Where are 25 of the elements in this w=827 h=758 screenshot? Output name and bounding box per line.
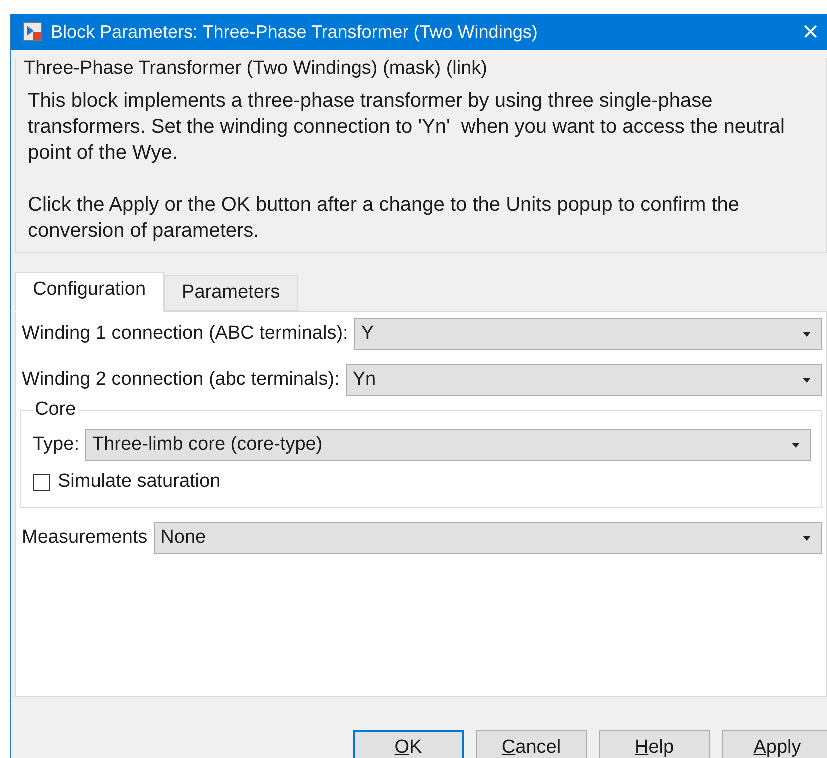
caret-icon <box>803 378 811 382</box>
checkbox[interactable] <box>33 474 50 490</box>
tab[interactable]: Parameters <box>164 275 298 311</box>
close-button[interactable]: × <box>802 18 819 46</box>
caret-icon <box>803 332 811 336</box>
dialog-button[interactable]: OK <box>353 730 464 758</box>
field-label: Winding 2 connection (abc terminals): <box>22 369 340 391</box>
block-icon <box>23 22 43 42</box>
checkbox-label: Simulate saturation <box>58 471 221 493</box>
description-text: This block implements a three-phase transformer by using three single-phase transformers. Set the winding connection to 'Yn' when you want to access the neutral point of the Wye. <box>28 89 786 166</box>
dialog-button[interactable]: Help <box>599 730 710 758</box>
dialog-button[interactable]: Apply <box>722 730 827 758</box>
description-text: Click the Apply or the OK button after a change to the Units popup to confirm the conversion of parameters. <box>28 193 741 244</box>
window-title: Block Parameters: Three-Phase Transformer (Two Windings) <box>51 22 539 42</box>
dropdown[interactable]: None <box>154 522 822 554</box>
field-label: Measurements <box>22 527 148 549</box>
caret-icon <box>792 442 800 448</box>
dropdown[interactable]: Three-limb core (core-type) <box>85 429 811 461</box>
field-label: Winding 1 connection (ABC terminals): <box>22 323 348 345</box>
field-label: Type: <box>33 434 80 456</box>
dropdown[interactable]: Y <box>354 318 822 350</box>
dialog-button[interactable]: Cancel <box>476 730 587 758</box>
dropdown[interactable]: Yn <box>346 364 822 396</box>
tab[interactable]: Configuration <box>15 272 164 312</box>
caret-icon <box>803 536 811 540</box>
